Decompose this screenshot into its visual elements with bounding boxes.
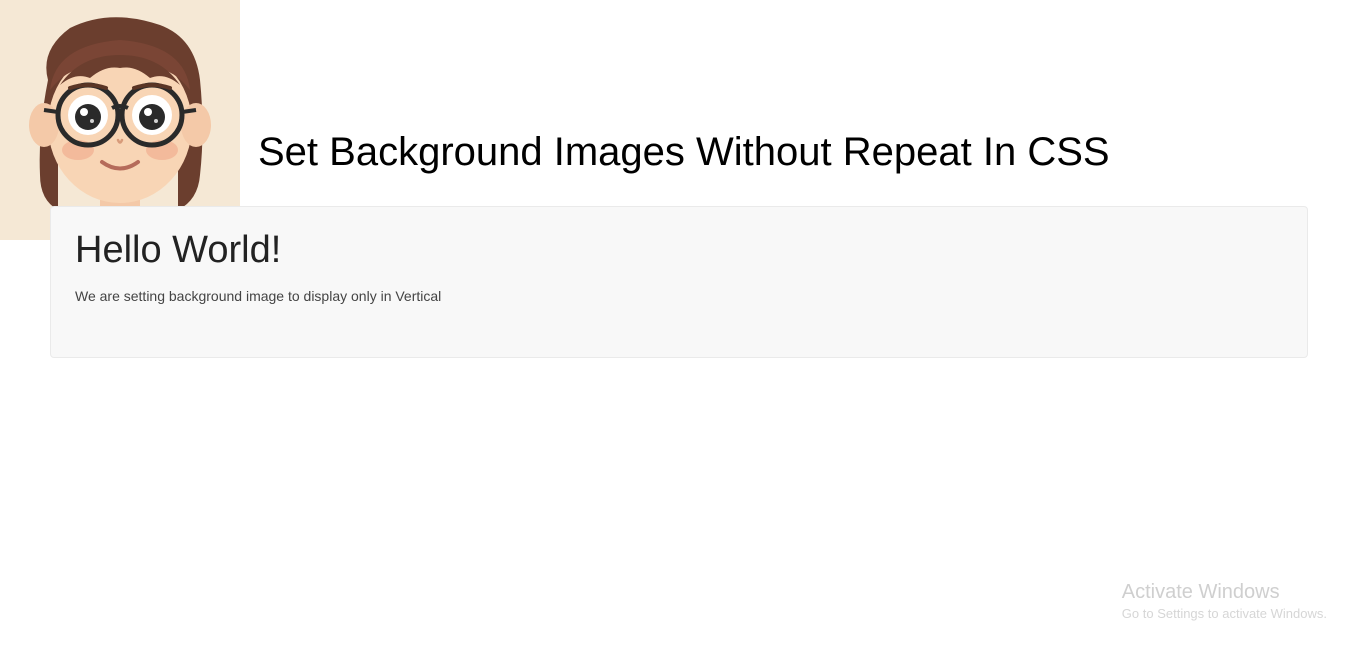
page-title: Set Background Images Without Repeat In … (258, 130, 1110, 175)
content-heading: Hello World! (75, 229, 1283, 272)
background-image (0, 0, 240, 240)
windows-activation-watermark: Activate Windows Go to Settings to activ… (1122, 581, 1327, 621)
watermark-title: Activate Windows (1122, 581, 1327, 604)
content-paragraph: We are setting background image to displ… (75, 288, 1283, 304)
content-card: Hello World! We are setting background i… (50, 206, 1308, 358)
watermark-subtitle: Go to Settings to activate Windows. (1122, 606, 1327, 621)
